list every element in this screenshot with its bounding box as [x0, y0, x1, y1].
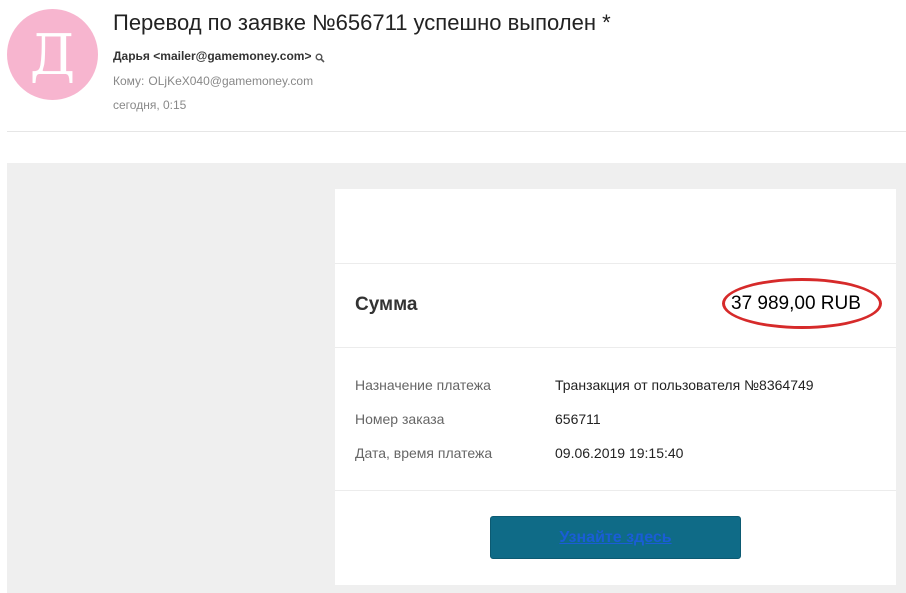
sender-avatar: Д: [7, 9, 98, 100]
recipient-label: Кому:: [113, 74, 145, 88]
learn-here-button[interactable]: Узнайте здесь: [490, 516, 741, 559]
sum-label: Сумма: [355, 294, 418, 315]
search-icon[interactable]: [315, 52, 326, 63]
avatar-letter: Д: [29, 22, 76, 88]
sender-line: Дарья <mailer@gamemoney.com>: [113, 49, 326, 63]
email-date: сегодня, 0:15: [113, 98, 187, 112]
card-divider: [335, 347, 896, 348]
sum-value: 37 989,00 RUB: [731, 293, 861, 314]
sender-name[interactable]: Дарья <mailer@gamemoney.com>: [113, 49, 311, 63]
order-number-value: 656711: [555, 411, 601, 427]
payment-datetime-label: Дата, время платежа: [355, 445, 493, 461]
purpose-label: Назначение платежа: [355, 377, 491, 393]
card-divider: [335, 490, 896, 491]
payment-card: Сумма 37 989,00 RUB Назначение платежа Т…: [335, 189, 896, 585]
order-number-label: Номер заказа: [355, 411, 445, 427]
recipient-address[interactable]: OLjKeX040@gamemoney.com: [148, 74, 313, 88]
header-divider: [7, 131, 906, 132]
payment-datetime-value: 09.06.2019 19:15:40: [555, 445, 684, 461]
card-divider: [335, 263, 896, 264]
email-subject: Перевод по заявке №656711 успешно выполе…: [113, 10, 611, 35]
recipient-line: Кому: OLjKeX040@gamemoney.com: [113, 74, 313, 88]
purpose-value: Транзакция от пользователя №8364749: [555, 377, 814, 393]
